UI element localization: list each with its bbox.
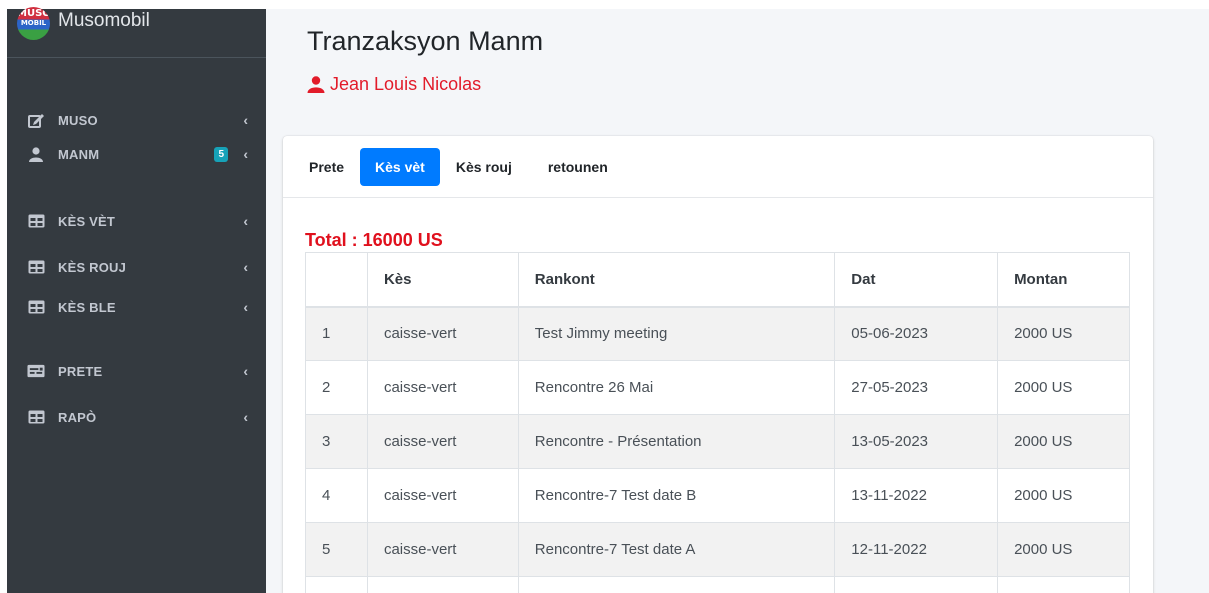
table-icon [27, 259, 45, 275]
logo-text-bottom: MOBIL [20, 19, 47, 27]
member-name: Jean Louis Nicolas [330, 74, 482, 94]
main-content: Tranzaksyon Manm Jean Louis Nicolas Pret… [266, 9, 1209, 593]
cell-empty [517, 576, 836, 593]
sidebar-item-kes-vet[interactable]: KÈS VÈT ‹ [7, 204, 266, 238]
sidebar-nav: MUSO ‹ MANM 5 ‹ KÈS VÈT ‹ KÈS ROUJ ‹ KÈS… [7, 103, 266, 434]
cell-kes: caisse-vert [366, 306, 519, 361]
cell-kes: caisse-vert [366, 468, 519, 523]
chevron-left-icon: ‹ [243, 112, 248, 128]
chevron-left-icon: ‹ [243, 213, 248, 229]
tab-kes-rouj[interactable]: Kès rouj [446, 148, 522, 186]
cell-dat: 13-11-2022 [834, 468, 999, 523]
user-icon [307, 76, 325, 93]
table-icon [27, 409, 45, 425]
cell-rankont: Rencontre - Présentation [517, 414, 836, 469]
card-header-tabs: Prete Kès vèt Kès rouj retounen [283, 136, 1153, 198]
chevron-left-icon: ‹ [243, 363, 248, 379]
transactions-table: Kès Rankont Dat Montan 1 caisse-vert Tes… [305, 252, 1130, 593]
tab-retounen[interactable]: retounen [538, 148, 618, 186]
cell-dat: 12-11-2022 [834, 522, 999, 577]
column-header-rankont[interactable]: Rankont [517, 252, 836, 308]
cell-empty [997, 576, 1130, 593]
table-row: 3 caisse-vert Rencontre - Présentation 1… [305, 414, 1130, 469]
cell-empty [834, 576, 999, 593]
user-icon [27, 146, 45, 162]
sidebar-item-label: KÈS ROUJ [58, 259, 127, 275]
table-icon [27, 213, 45, 229]
sidebar: MUSO MOBIL Musomobil MUSO ‹ MANM 5 ‹ KÈS… [7, 7, 266, 593]
cell-kes: caisse-vert [366, 414, 519, 469]
cell-empty [366, 576, 519, 593]
column-header-dat[interactable]: Dat [834, 252, 999, 308]
column-header-index[interactable] [305, 252, 368, 308]
cell-rankont: Test Jimmy meeting [517, 306, 836, 361]
column-header-montan[interactable]: Montan [997, 252, 1130, 308]
cell-montan: 2000 US [997, 468, 1130, 523]
cell-montan: 2000 US [997, 306, 1130, 361]
cell-index: 5 [305, 522, 368, 577]
sidebar-item-rapo[interactable]: RAPÒ ‹ [7, 400, 266, 434]
member-name-line: Jean Louis Nicolas [307, 74, 481, 95]
cell-index: 4 [305, 468, 368, 523]
brand[interactable]: MUSO MOBIL Musomobil [7, 7, 266, 58]
cell-index: 1 [305, 306, 368, 361]
table-row: 5 caisse-vert Rencontre-7 Test date A 12… [305, 522, 1130, 577]
chevron-left-icon: ‹ [243, 409, 248, 425]
sidebar-item-label: RAPÒ [58, 409, 97, 425]
cell-montan: 2000 US [997, 414, 1130, 469]
column-header-kes[interactable]: Kès [366, 252, 519, 308]
logo: MUSO MOBIL [17, 7, 50, 40]
table-row: 4 caisse-vert Rencontre-7 Test date B 13… [305, 468, 1130, 523]
cell-kes: caisse-vert [366, 522, 519, 577]
table-row: 2 caisse-vert Rencontre 26 Mai 27-05-202… [305, 360, 1130, 415]
cell-index: 3 [305, 414, 368, 469]
cell-dat: 13-05-2023 [834, 414, 999, 469]
sidebar-item-prete[interactable]: PRETE ‹ [7, 354, 266, 388]
table-row: 1 caisse-vert Test Jimmy meeting 05-06-2… [305, 306, 1130, 361]
chevron-left-icon: ‹ [243, 299, 248, 315]
chevron-left-icon: ‹ [243, 259, 248, 275]
brand-name: Musomobil [58, 10, 150, 31]
tab-prete[interactable]: Prete [299, 148, 354, 186]
page-title: Tranzaksyon Manm [307, 26, 544, 56]
sidebar-item-manm[interactable]: MANM 5 ‹ [7, 137, 266, 171]
cell-dat: 05-06-2023 [834, 306, 999, 361]
cell-index: 2 [305, 360, 368, 415]
cell-rankont: Rencontre 26 Mai [517, 360, 836, 415]
table-row [305, 576, 1130, 593]
count-badge: 5 [214, 146, 228, 162]
total-amount: Total : 16000 US [305, 230, 443, 250]
cell-montan: 2000 US [997, 360, 1130, 415]
table-header-row: Kès Rankont Dat Montan [305, 252, 1130, 308]
edit-icon [27, 112, 45, 128]
cell-dat: 27-05-2023 [834, 360, 999, 415]
sidebar-item-muso[interactable]: MUSO ‹ [7, 103, 266, 137]
cell-montan: 2000 US [997, 522, 1130, 577]
sidebar-item-label: KÈS BLE [58, 299, 116, 315]
sidebar-item-label: KÈS VÈT [58, 213, 116, 229]
sidebar-item-kes-rouj[interactable]: KÈS ROUJ ‹ [7, 250, 266, 284]
tab-kes-vet[interactable]: Kès vèt [360, 147, 440, 186]
sidebar-item-label: MUSO [58, 112, 98, 128]
cell-empty [305, 576, 368, 593]
transactions-card: Prete Kès vèt Kès rouj retounen Total : … [283, 136, 1153, 593]
table-icon [27, 299, 45, 315]
sidebar-item-kes-ble[interactable]: KÈS BLE ‹ [7, 290, 266, 324]
sidebar-item-label: PRETE [58, 363, 103, 379]
cell-rankont: Rencontre-7 Test date B [517, 468, 836, 523]
money-check-icon [27, 363, 45, 379]
sidebar-item-label: MANM [58, 146, 100, 162]
cell-rankont: Rencontre-7 Test date A [517, 522, 836, 577]
chevron-left-icon: ‹ [243, 146, 248, 162]
logo-text-top: MUSO [17, 8, 50, 19]
cell-kes: caisse-vert [366, 360, 519, 415]
